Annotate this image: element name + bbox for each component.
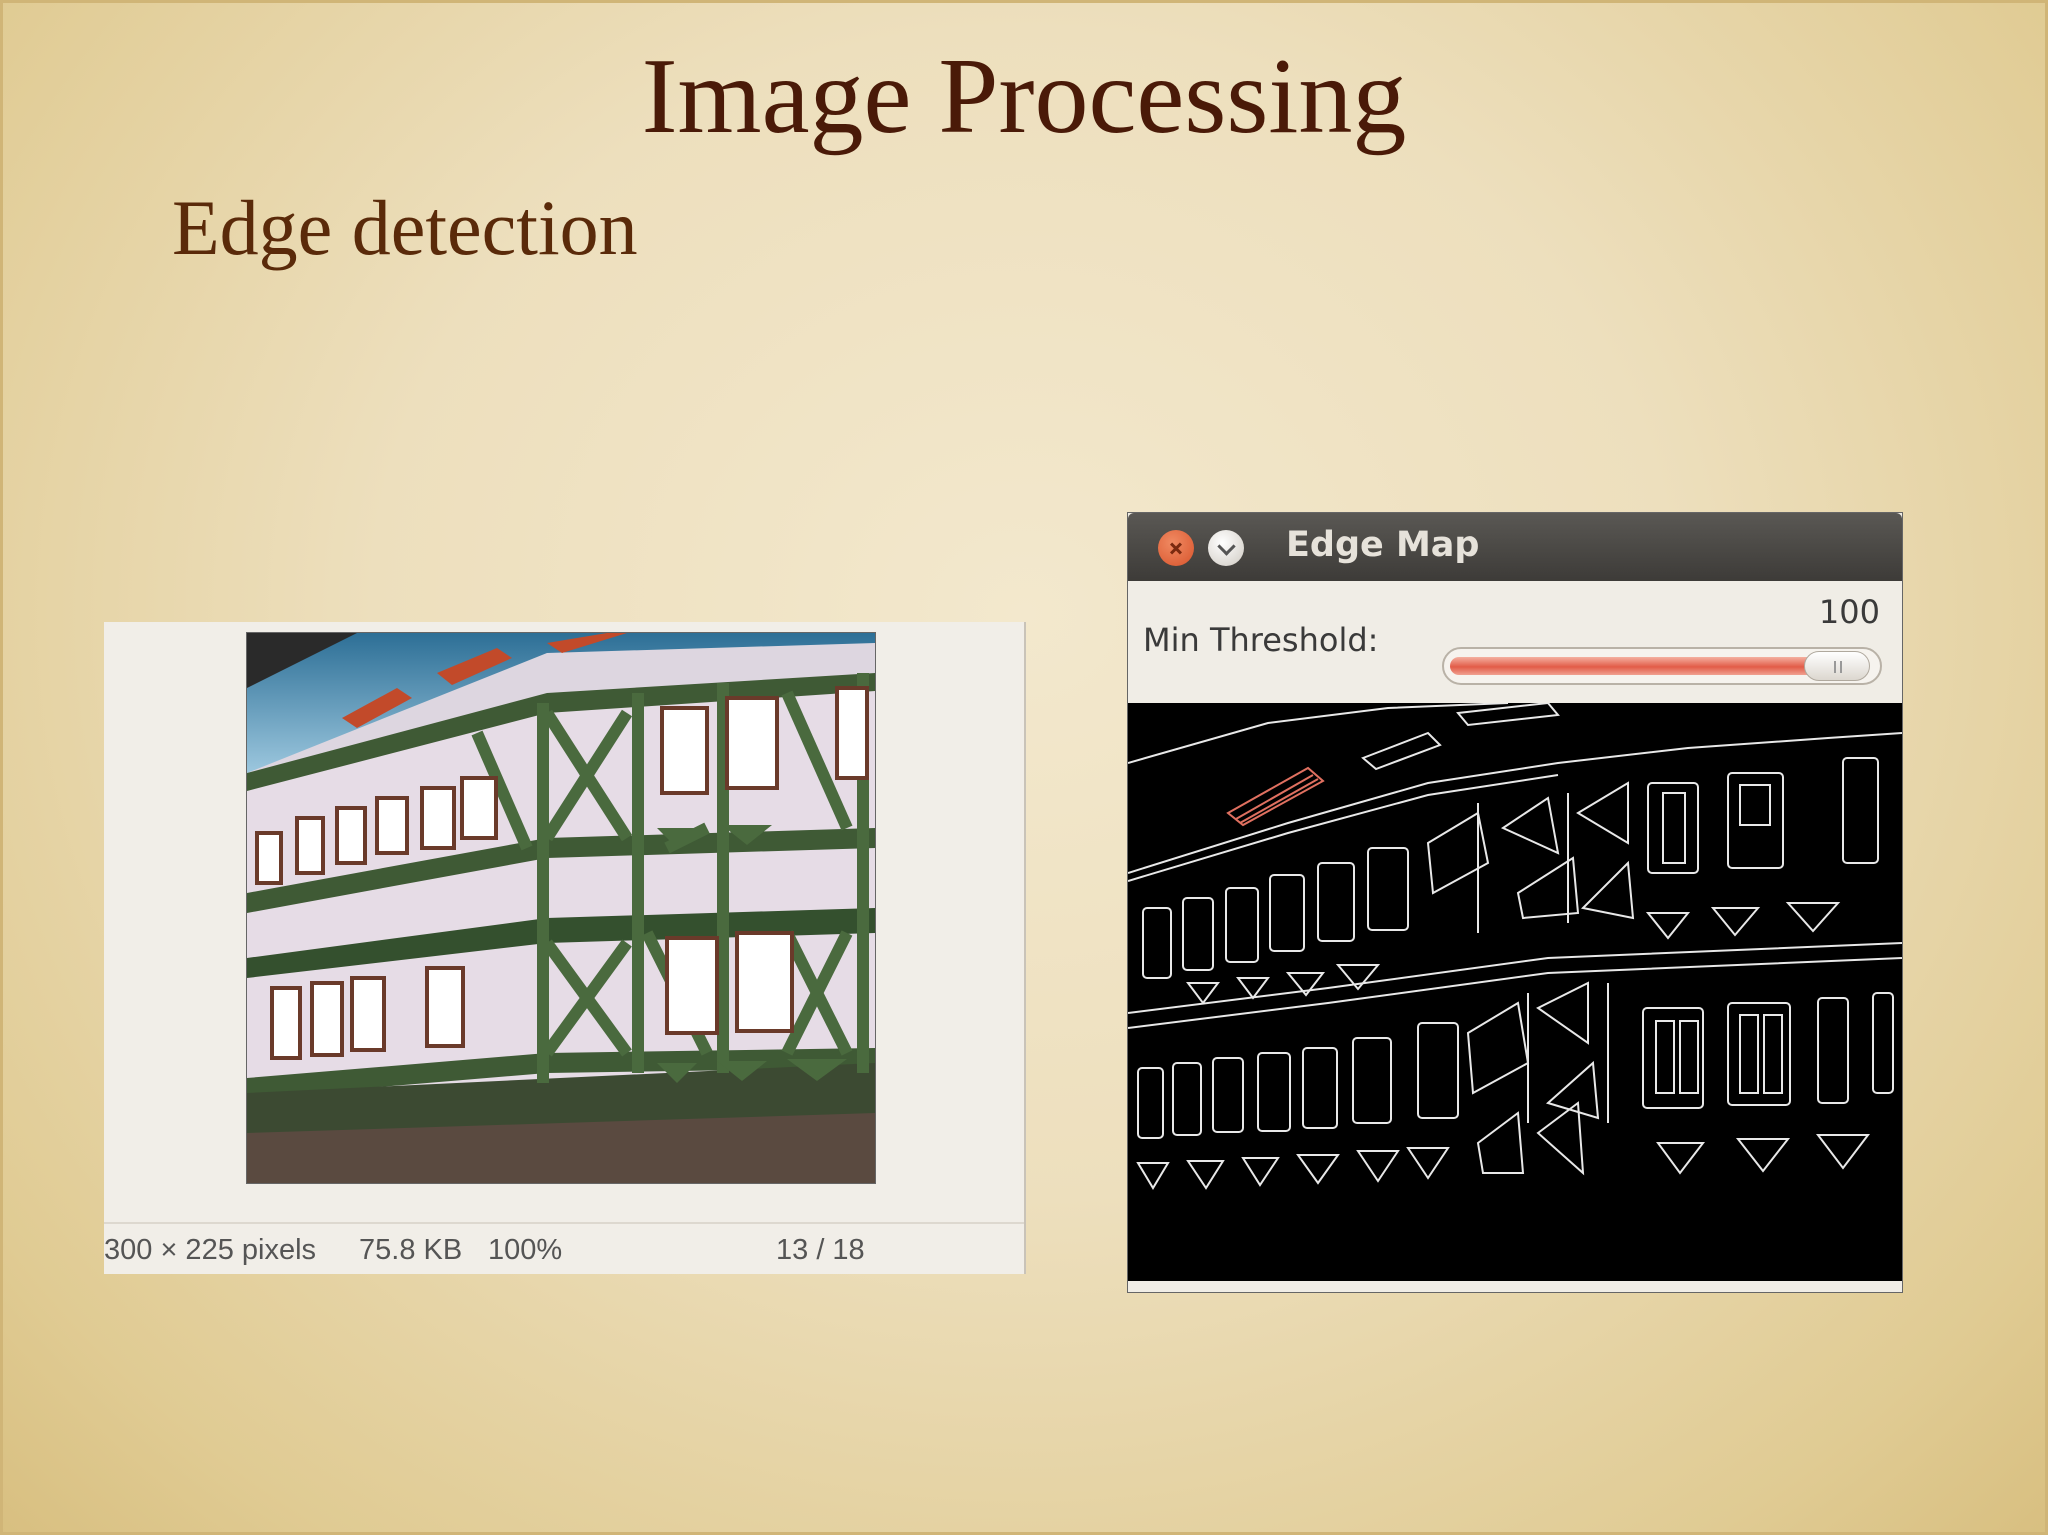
window-titlebar[interactable]: Edge Map	[1128, 513, 1902, 581]
threshold-value: 100	[1818, 593, 1880, 631]
threshold-label: Min Threshold:	[1143, 621, 1379, 659]
edge-map-image	[1128, 703, 1902, 1190]
min-threshold-slider[interactable]	[1442, 647, 1882, 685]
building-photo	[246, 632, 876, 1184]
image-dimensions: 300 × 225 pixels	[104, 1234, 317, 1266]
image-viewer: 300 × 225 pixels 75.8 KB 100% 13 / 18	[104, 622, 1026, 1274]
half-timbered-house-image	[247, 633, 875, 1183]
edge-map-window: Edge Map Min Threshold: 100	[1127, 512, 1903, 1293]
window-title: Edge Map	[1286, 525, 1480, 565]
slider-handle[interactable]	[1804, 651, 1870, 681]
edge-map-canvas	[1128, 703, 1902, 1281]
close-icon[interactable]	[1158, 530, 1194, 566]
window-menu-icon[interactable]	[1208, 530, 1244, 566]
zoom-level: 100%	[488, 1234, 563, 1266]
file-size: 75.8 KB	[359, 1234, 463, 1266]
slide-title: Image Processing	[641, 37, 1407, 156]
slide-subtitle: Edge detection	[172, 184, 638, 271]
viewer-statusbar: 300 × 225 pixels 75.8 KB 100% 13 / 18	[104, 1222, 1024, 1276]
image-position: 13 / 18	[776, 1234, 865, 1266]
